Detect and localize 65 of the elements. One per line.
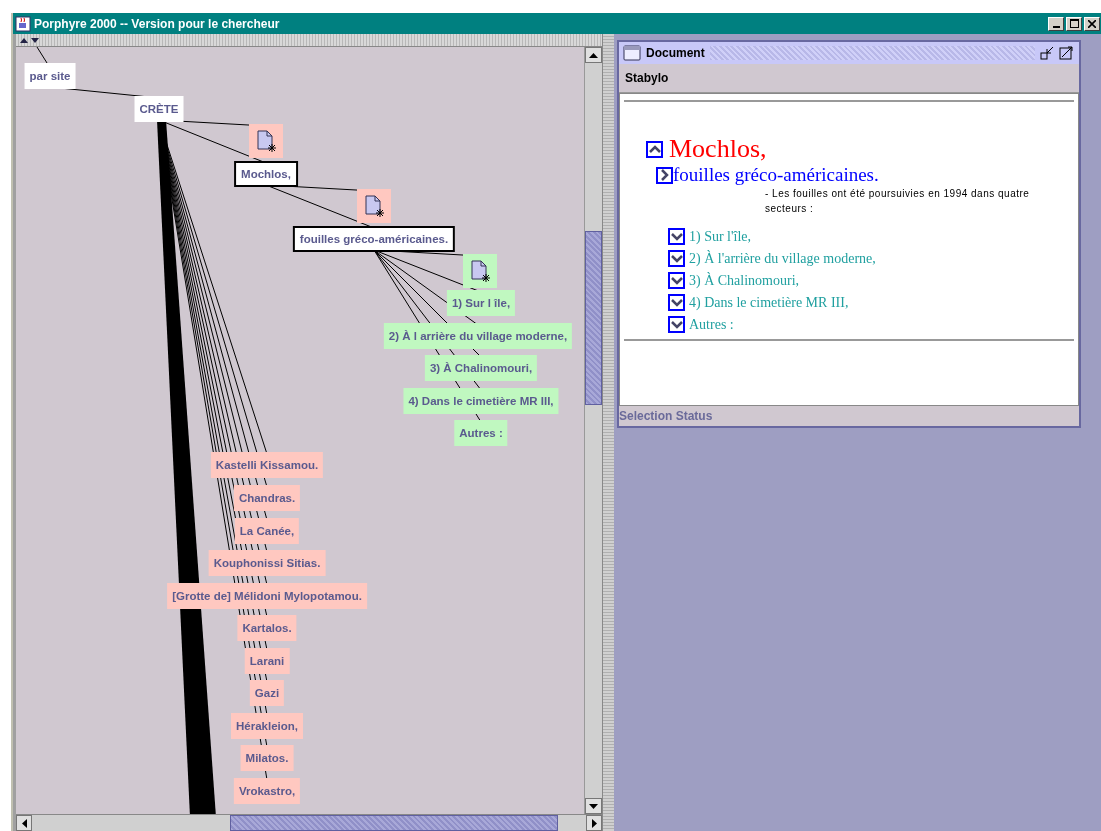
graph-node[interactable]: Kastelli Kissamou. bbox=[210, 452, 324, 478]
maximize-icon bbox=[1069, 19, 1079, 28]
collapse-arrows-icon[interactable] bbox=[18, 36, 42, 44]
title-bar-grip[interactable] bbox=[709, 46, 1035, 60]
graph-node[interactable]: Kartalos. bbox=[237, 615, 297, 641]
minimize-button[interactable] bbox=[1048, 16, 1064, 31]
graph-node[interactable]: Vrokastro, bbox=[233, 778, 301, 804]
document-subheading: fouilles gréco-américaines. bbox=[673, 164, 879, 186]
new-document-icon bbox=[363, 194, 385, 218]
window-icon bbox=[623, 45, 641, 61]
section-link[interactable]: 4) Dans le cimetière MR III, bbox=[689, 294, 849, 311]
app-icon bbox=[15, 15, 31, 32]
document-node[interactable] bbox=[463, 254, 497, 288]
scroll-down-icon[interactable] bbox=[585, 798, 602, 814]
document-heading: Mochlos, bbox=[669, 134, 767, 164]
section-link[interactable]: 3) À Chalinomouri, bbox=[689, 272, 800, 289]
document-window-title: Document bbox=[646, 46, 705, 60]
restore-icon[interactable] bbox=[1040, 46, 1054, 60]
status-text: Selection Status bbox=[619, 409, 713, 423]
graph-node[interactable]: 1) Sur l île, bbox=[446, 290, 516, 316]
document-node[interactable] bbox=[249, 124, 283, 158]
graph-node[interactable]: Kouphonissi Sitias. bbox=[208, 550, 326, 576]
scroll-right-icon[interactable] bbox=[586, 815, 602, 831]
maximize-button[interactable] bbox=[1066, 16, 1082, 31]
minimize-icon bbox=[1052, 25, 1060, 28]
graph-node[interactable]: 3) À Chalinomouri, bbox=[424, 355, 538, 381]
expand-icon[interactable] bbox=[668, 294, 685, 311]
section-link[interactable]: 2) À l'arrière du village moderne, bbox=[689, 250, 876, 267]
document-node[interactable] bbox=[357, 189, 391, 223]
graph-node[interactable]: La Canée, bbox=[234, 518, 300, 544]
maximize-icon[interactable] bbox=[1059, 46, 1073, 60]
new-document-icon bbox=[255, 129, 277, 153]
scroll-thumb[interactable] bbox=[230, 815, 558, 831]
graph-node[interactable]: fouilles gréco-américaines. bbox=[292, 226, 456, 252]
document-note: - Les fouilles ont été poursuivies en 1994 dans quatre secteurs : bbox=[765, 187, 1031, 216]
expand-icon[interactable] bbox=[656, 166, 673, 184]
menu-item[interactable]: Stabylo bbox=[625, 71, 669, 85]
graph-node[interactable]: Larani bbox=[244, 648, 290, 674]
window-title: Porphyre 2000 -- Version pour le chercheur bbox=[34, 16, 281, 31]
graph-node[interactable]: 2) À l arrière du village moderne, bbox=[383, 323, 573, 349]
vertical-scrollbar[interactable] bbox=[584, 47, 602, 814]
section-link[interactable]: Autres : bbox=[689, 316, 734, 333]
graph-node[interactable]: Autres : bbox=[454, 420, 508, 446]
scroll-left-icon[interactable] bbox=[16, 815, 32, 831]
new-document-icon bbox=[469, 259, 491, 283]
collapse-icon[interactable] bbox=[646, 140, 663, 158]
expand-icon[interactable] bbox=[668, 272, 685, 289]
expand-icon[interactable] bbox=[668, 250, 685, 267]
graph-node[interactable]: [Grotte de] Mélidoni Mylopotamou. bbox=[167, 583, 367, 609]
expand-icon[interactable] bbox=[668, 228, 685, 245]
close-icon bbox=[1088, 19, 1096, 28]
expand-icon[interactable] bbox=[668, 316, 685, 333]
scroll-thumb[interactable] bbox=[585, 231, 602, 405]
scroll-up-icon[interactable] bbox=[585, 47, 602, 63]
graph-node[interactable]: CRÈTE bbox=[134, 96, 184, 122]
graph-node[interactable]: Milatos. bbox=[240, 745, 294, 771]
close-button[interactable] bbox=[1084, 16, 1100, 31]
graph-node[interactable]: Chandras. bbox=[233, 485, 301, 511]
graph-node[interactable]: Hérakleion, bbox=[231, 713, 303, 739]
graph-node[interactable]: 4) Dans le cimetière MR III, bbox=[403, 388, 559, 414]
graph-node[interactable]: Mochlos, bbox=[234, 161, 298, 187]
section-link[interactable]: 1) Sur l'île, bbox=[689, 228, 751, 245]
graph-node[interactable]: Gazi bbox=[249, 680, 285, 706]
horizontal-scrollbar[interactable] bbox=[16, 814, 602, 831]
graph-node[interactable]: par site bbox=[24, 63, 76, 89]
